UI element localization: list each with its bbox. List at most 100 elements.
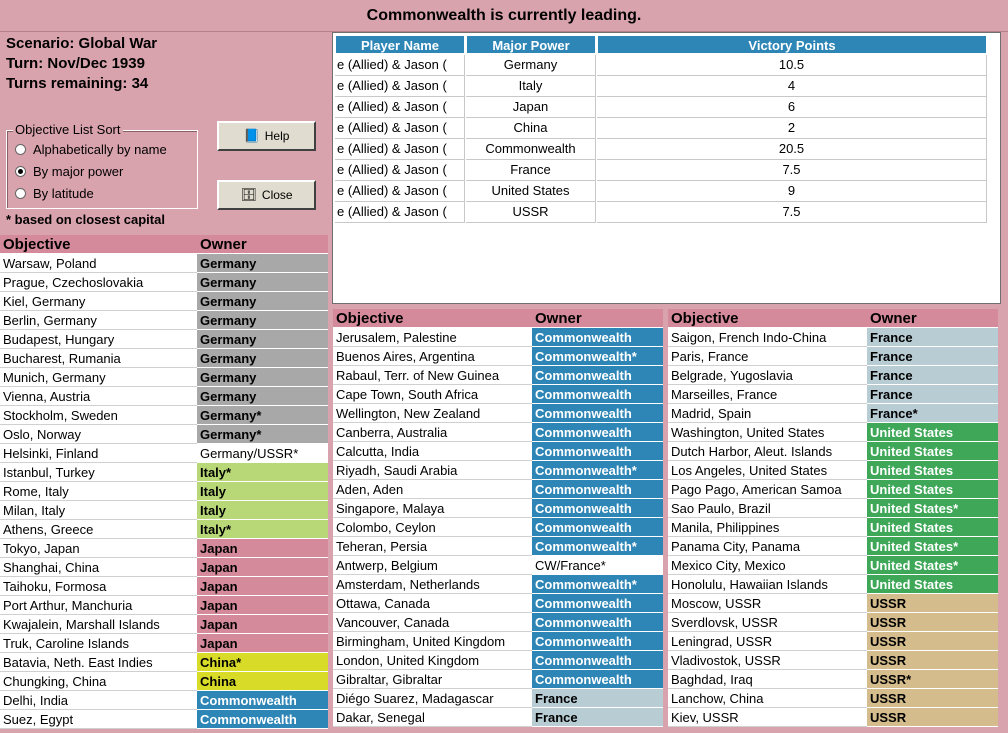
objective-row[interactable]: Amsterdam, Netherlands Commonwealth* [333,575,663,594]
objective-row[interactable]: Chungking, China China [0,672,328,691]
objective-row[interactable]: Birmingham, United Kingdom Commonwealth [333,632,663,651]
objective-row[interactable]: Munich, Germany Germany [0,368,328,387]
objective-row[interactable]: Prague, Czechoslovakia Germany [0,273,328,292]
owner-cell: Commonwealth [532,442,663,461]
objective-row[interactable]: Athens, Greece Italy* [0,520,328,539]
owner-column-header[interactable]: Owner [197,235,328,254]
objective-row[interactable]: Cape Town, South Africa Commonwealth [333,385,663,404]
objective-row[interactable]: Pago Pago, American Samoa United States [668,480,998,499]
help-button[interactable]: 📘 Help [217,121,316,151]
objective-name: Paris, France [668,347,867,366]
objective-row[interactable]: Buenos Aires, Argentina Commonwealth* [333,347,663,366]
objective-row[interactable]: Leningrad, USSR USSR [668,632,998,651]
objective-row[interactable]: Milan, Italy Italy [0,501,328,520]
objective-name: Munich, Germany [0,368,197,387]
objective-row[interactable]: Warsaw, Poland Germany [0,254,328,273]
objective-row[interactable]: Stockholm, Sweden Germany* [0,406,328,425]
objective-row[interactable]: Wellington, New Zealand Commonwealth [333,404,663,423]
objective-row[interactable]: Colombo, Ceylon Commonwealth [333,518,663,537]
objective-row[interactable]: Lanchow, China USSR [668,689,998,708]
objective-name: Vancouver, Canada [333,613,532,632]
owner-column-header[interactable]: Owner [532,309,663,328]
owner-cell: Germany [197,330,328,349]
owner-cell: Commonwealth [197,710,328,729]
objective-row[interactable]: Taihoku, Formosa Japan [0,577,328,596]
owner-cell: Commonwealth* [532,347,663,366]
objective-name: Cape Town, South Africa [333,385,532,404]
victory-row[interactable]: e (Allied) & Jason (United States 9 [333,181,987,202]
objective-row[interactable]: Los Angeles, United States United States [668,461,998,480]
objective-row[interactable]: Saigon, French Indo-China France [668,328,998,347]
objective-row[interactable]: Moscow, USSR USSR [668,594,998,613]
objective-row[interactable]: Paris, France France [668,347,998,366]
objective-row[interactable]: Rabaul, Terr. of New Guinea Commonwealth [333,366,663,385]
objective-column-header[interactable]: Objective [333,309,532,328]
objective-row[interactable]: Vladivostok, USSR USSR [668,651,998,670]
victory-row[interactable]: e (Allied) & Jason (Japan 6 [333,97,987,118]
objective-row[interactable]: London, United Kingdom Commonwealth [333,651,663,670]
objective-row[interactable]: Manila, Philippines United States [668,518,998,537]
objective-row[interactable]: Budapest, Hungary Germany [0,330,328,349]
objective-row[interactable]: Teheran, Persia Commonwealth* [333,537,663,556]
victory-points-cell: 20.5 [597,139,987,160]
objective-row[interactable]: Vancouver, Canada Commonwealth [333,613,663,632]
objective-row[interactable]: Madrid, Spain France* [668,404,998,423]
objective-row[interactable]: Baghdad, Iraq USSR* [668,670,998,689]
victory-row[interactable]: e (Allied) & Jason (Commonwealth 20.5 [333,139,987,160]
objective-row[interactable]: Belgrade, Yugoslavia France [668,366,998,385]
objective-row[interactable]: Sao Paulo, Brazil United States* [668,499,998,518]
turns-remaining: Turns remaining: 34 [6,75,149,92]
objective-row[interactable]: Batavia, Neth. East Indies China* [0,653,328,672]
objective-row[interactable]: Gibraltar, Gibraltar Commonwealth [333,670,663,689]
objective-row[interactable]: Panama City, Panama United States* [668,537,998,556]
victory-row[interactable]: e (Allied) & Jason (China 2 [333,118,987,139]
sort-power-radio[interactable]: By major power [15,164,123,179]
objective-row[interactable]: Washington, United States United States [668,423,998,442]
objective-row[interactable]: Jerusalem, Palestine Commonwealth [333,328,663,347]
objective-row[interactable]: Istanbul, Turkey Italy* [0,463,328,482]
sort-latitude-radio[interactable]: By latitude [15,186,94,201]
objective-row[interactable]: Suez, Egypt Commonwealth [0,710,328,729]
victory-row[interactable]: e (Allied) & Jason (Germany 10.5 [333,55,987,76]
objective-row[interactable]: Oslo, Norway Germany* [0,425,328,444]
objective-row[interactable]: Rome, Italy Italy [0,482,328,501]
objective-row[interactable]: Diégo Suarez, Madagascar France [333,689,663,708]
sort-alpha-radio[interactable]: Alphabetically by name [15,142,167,157]
objective-row[interactable]: Kwajalein, Marshall Islands Japan [0,615,328,634]
objective-row[interactable]: Vienna, Austria Germany [0,387,328,406]
objective-row[interactable]: Helsinki, Finland Germany/USSR* [0,444,328,463]
objective-row[interactable]: Shanghai, China Japan [0,558,328,577]
objective-row[interactable]: Antwerp, Belgium CW/France* [333,556,663,575]
objective-row[interactable]: Singapore, Malaya Commonwealth [333,499,663,518]
objective-row[interactable]: Truk, Caroline Islands Japan [0,634,328,653]
victory-row[interactable]: e (Allied) & Jason (France 7.5 [333,160,987,181]
objective-name: Mexico City, Mexico [668,556,867,575]
close-button[interactable]: 🗄 Close [217,180,316,210]
objective-row[interactable]: Mexico City, Mexico United States* [668,556,998,575]
objective-row[interactable]: Calcutta, India Commonwealth [333,442,663,461]
objective-name: London, United Kingdom [333,651,532,670]
objective-row[interactable]: Dutch Harbor, Aleut. Islands United State… [668,442,998,461]
victory-row[interactable]: e (Allied) & Jason (Italy 4 [333,76,987,97]
objective-row[interactable]: Delhi, India Commonwealth [0,691,328,710]
victory-row[interactable]: e (Allied) & Jason (USSR 7.5 [333,202,987,223]
objective-row[interactable]: Aden, Aden Commonwealth [333,480,663,499]
objective-row[interactable]: Bucharest, Rumania Germany [0,349,328,368]
objective-row[interactable]: Canberra, Australia Commonwealth [333,423,663,442]
objective-row[interactable]: Port Arthur, Manchuria Japan [0,596,328,615]
objective-row[interactable]: Riyadh, Saudi Arabia Commonwealth* [333,461,663,480]
victory-points-cell: 7.5 [597,160,987,181]
objective-row[interactable]: Berlin, Germany Germany [0,311,328,330]
owner-column-header[interactable]: Owner [867,309,998,328]
objective-row[interactable]: Honolulu, Hawaiian Islands United States [668,575,998,594]
objective-row[interactable]: Tokyo, Japan Japan [0,539,328,558]
objective-row[interactable]: Dakar, Senegal France [333,708,663,727]
objective-row[interactable]: Sverdlovsk, USSR USSR [668,613,998,632]
objective-name: Antwerp, Belgium [333,556,532,575]
objective-row[interactable]: Ottawa, Canada Commonwealth [333,594,663,613]
objective-column-header[interactable]: Objective [0,235,197,254]
objective-row[interactable]: Marseilles, France France [668,385,998,404]
objective-row[interactable]: Kiev, USSR USSR [668,708,998,727]
objective-column-header[interactable]: Objective [668,309,867,328]
objective-row[interactable]: Kiel, Germany Germany [0,292,328,311]
